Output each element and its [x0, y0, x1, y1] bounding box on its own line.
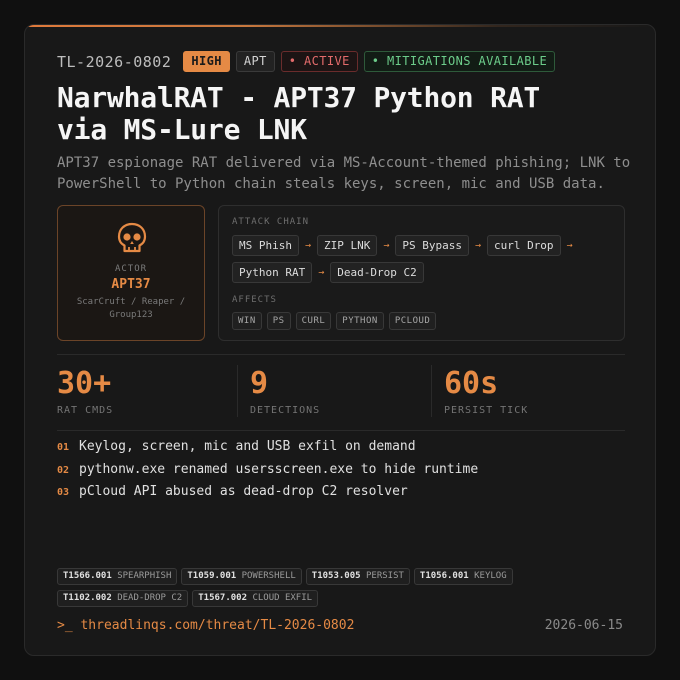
severity-badge: HIGH [183, 51, 230, 72]
accent-bar [25, 25, 655, 27]
technique-name: POWERSHELL [241, 571, 296, 581]
list-item-number: 02 [57, 464, 70, 476]
findings-list: 01 Keylog, screen, mic and USB exfil on … [57, 439, 478, 507]
technique-name: PERSIST [365, 571, 404, 581]
chain-step: PS Bypass [395, 235, 469, 256]
stat-label: DETECTIONS [250, 405, 321, 416]
summary-line-2: PowerShell to Python chain steals keys, … [57, 176, 605, 192]
mitre-techniques: T1566.001 SPEARPHISH T1059.001 POWERSHEL… [57, 568, 537, 607]
platform-tag: PCLOUD [388, 312, 437, 330]
stat-divider [431, 365, 432, 417]
actor-name: APT37 [111, 277, 151, 292]
actor-aliases: ScarCruft / Reaper / Group123 [66, 296, 196, 322]
chain-arrow-icon: → [318, 267, 325, 278]
threat-link[interactable]: >_ threadlinqs.com/threat/TL-2026-0802 [57, 618, 354, 633]
threat-card: TL-2026-0802 HIGH APT • ACTIVE • MITIGAT… [24, 24, 656, 656]
stat-label: RAT CMDS [57, 405, 114, 416]
divider [57, 430, 625, 431]
technique-tag[interactable]: T1567.002 CLOUD EXFIL [192, 590, 319, 607]
chain-step: Python RAT [232, 262, 313, 283]
list-item: 02 pythonw.exe renamed usersscreen.exe t… [57, 462, 478, 485]
list-item-number: 01 [57, 442, 70, 453]
technique-tag[interactable]: T1566.001 SPEARPHISH [57, 568, 178, 585]
title-line-1: NarwhalRAT - APT37 Python RAT [57, 81, 541, 114]
attack-chain: MS Phish → ZIP LNK → PS Bypass → curl Dr… [232, 235, 617, 283]
platform-tag: CURL [295, 312, 332, 330]
header-row: TL-2026-0802 HIGH APT • ACTIVE • MITIGAT… [57, 51, 556, 72]
title-line-2: via MS-Lure LNK [57, 113, 307, 146]
technique-tag[interactable]: T1053.005 PERSIST [305, 568, 410, 585]
summary-line-1: APT37 espionage RAT delivered via MS-Acc… [57, 155, 631, 171]
chain-step: curl Drop [486, 235, 561, 256]
stat-detections: 9 DETECTIONS [250, 366, 321, 417]
technique-name: CLOUD EXFIL [252, 593, 313, 603]
technique-tag[interactable]: T1102.002 DEAD-DROP C2 [57, 590, 189, 607]
chain-arrow-icon: → [566, 240, 573, 251]
threat-id: TL-2026-0802 [57, 52, 172, 71]
published-date: 2026-06-15 [544, 618, 623, 633]
actor-alias-line-2: Group123 [109, 310, 153, 320]
technique-id: T1102.002 [63, 593, 112, 603]
chain-arrow-icon: → [304, 240, 311, 251]
list-item-text: pythonw.exe renamed usersscreen.exe to h… [79, 461, 479, 477]
stat-value: 60s [444, 366, 499, 401]
stat-divider [237, 365, 238, 417]
platform-tag: WIN [232, 312, 262, 330]
attack-chain-panel: ATTACK CHAIN MS Phish → ZIP LNK → PS Byp… [218, 205, 625, 341]
technique-id: T1566.001 [63, 571, 112, 581]
stat-value: 30+ [57, 366, 112, 401]
affects-label: AFFECTS [232, 295, 277, 305]
skull-icon [117, 222, 147, 253]
technique-name: KEYLOG [474, 571, 507, 581]
divider [57, 354, 625, 355]
platform-tag: PYTHON [336, 312, 384, 330]
chain-arrow-icon: → [383, 240, 390, 251]
technique-id: T1053.005 [311, 571, 361, 581]
chain-step: Dead-Drop C2 [330, 262, 424, 283]
status-badge: • ACTIVE [280, 51, 358, 72]
page-title: NarwhalRAT - APT37 Python RAT via MS-Lur… [57, 82, 637, 146]
type-badge: APT [235, 51, 275, 72]
platform-tag: PS [266, 312, 291, 330]
list-item-number: 03 [57, 487, 70, 498]
stat-value: 9 [250, 366, 269, 401]
affects-tags: WIN PS CURL PYTHON PCLOUD [232, 312, 437, 330]
chain-step: ZIP LNK [316, 235, 378, 256]
actor-alias-line-1: ScarCruft / Reaper / [76, 297, 186, 307]
technique-id: T1059.001 [187, 571, 237, 581]
technique-name: DEAD-DROP C2 [117, 593, 183, 603]
actor-label: ACTOR [114, 264, 148, 274]
list-item: 03 pCloud API abused as dead-drop C2 res… [57, 484, 478, 507]
list-item: 01 Keylog, screen, mic and USB exfil on … [57, 439, 478, 462]
summary: APT37 espionage RAT delivered via MS-Acc… [57, 153, 637, 195]
stat-label: PERSIST TICK [444, 405, 529, 416]
technique-name: SPEARPHISH [117, 571, 172, 581]
list-item-text: pCloud API abused as dead-drop C2 resolv… [79, 484, 408, 499]
chain-step: MS Phish [232, 235, 299, 256]
technique-tag[interactable]: T1056.001 KEYLOG [413, 568, 513, 585]
technique-id: T1056.001 [419, 571, 469, 581]
stat-rat-cmds: 30+ RAT CMDS [57, 366, 114, 417]
technique-tag[interactable]: T1059.001 POWERSHELL [181, 568, 302, 585]
mitigations-badge: • MITIGATIONS AVAILABLE [363, 51, 556, 72]
list-item-text: Keylog, screen, mic and USB exfil on dem… [79, 439, 416, 454]
stat-persist-tick: 60s PERSIST TICK [444, 366, 529, 417]
attack-chain-label: ATTACK CHAIN [232, 217, 310, 227]
technique-id: T1567.002 [198, 593, 248, 603]
chain-arrow-icon: → [474, 240, 481, 251]
actor-panel: ACTOR APT37 ScarCruft / Reaper / Group12… [57, 205, 205, 341]
